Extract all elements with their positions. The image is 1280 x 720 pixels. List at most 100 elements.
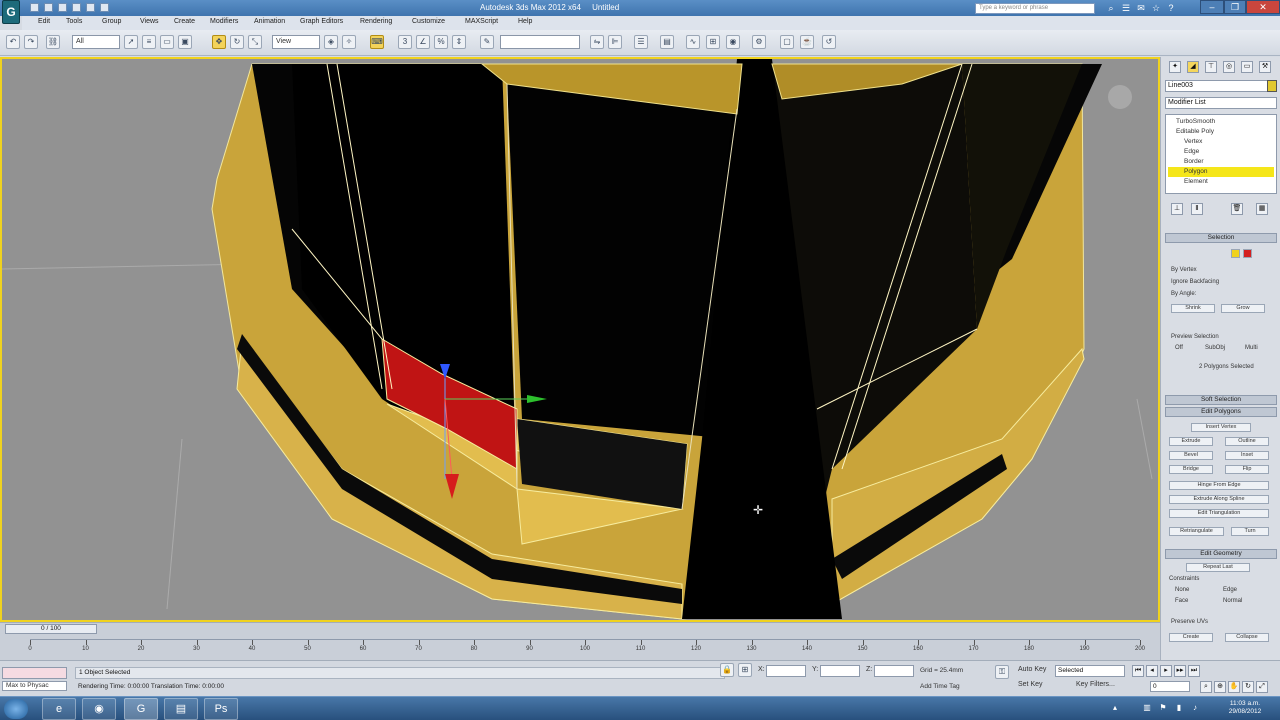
undo-icon[interactable]: ↶: [6, 35, 20, 49]
select-move-icon[interactable]: ✥: [212, 35, 226, 49]
constraint-face-radio[interactable]: Face: [1175, 598, 1188, 604]
render-setup-icon[interactable]: ⚙: [752, 35, 766, 49]
menu-rendering[interactable]: Rendering: [360, 18, 392, 25]
key-filters-button[interactable]: Key Filters...: [1076, 681, 1115, 688]
outline-button[interactable]: Outline: [1225, 437, 1269, 446]
maximize-button[interactable]: ❐: [1224, 0, 1246, 14]
volume-icon[interactable]: ♪: [1190, 703, 1200, 713]
selection-rollout[interactable]: Selection: [1165, 233, 1277, 243]
stack-item-turbosmooth[interactable]: TurboSmooth: [1168, 117, 1274, 127]
x-coordinate-field[interactable]: [766, 665, 806, 677]
angle-snap-icon[interactable]: ∠: [416, 35, 430, 49]
edit-triangulation-button[interactable]: Edit Triangulation: [1169, 509, 1269, 518]
schematic-view-icon[interactable]: ⊞: [706, 35, 720, 49]
3dsmax-icon[interactable]: G: [124, 698, 158, 720]
menu-graph-editors[interactable]: Graph Editors: [300, 18, 343, 25]
by-vertex-checkbox[interactable]: By Vertex: [1171, 267, 1197, 273]
preview-multi-radio[interactable]: Multi: [1245, 345, 1258, 351]
star-icon[interactable]: ☆: [1150, 2, 1162, 14]
curve-editor-icon[interactable]: ∿: [686, 35, 700, 49]
stack-item-vertex[interactable]: Vertex: [1168, 137, 1274, 147]
stack-item-border[interactable]: Border: [1168, 157, 1274, 167]
preview-subobj-radio[interactable]: SubObj: [1205, 345, 1225, 351]
snaps-toggle-icon[interactable]: 3: [398, 35, 412, 49]
current-frame-field[interactable]: 0: [1150, 681, 1190, 692]
modifier-list-dropdown[interactable]: Modifier List: [1165, 97, 1277, 109]
communication-icon[interactable]: ✉: [1135, 2, 1147, 14]
spinner-snap-icon[interactable]: ⇕: [452, 35, 466, 49]
render-iterative-icon[interactable]: ↺: [822, 35, 836, 49]
flip-button[interactable]: Flip: [1225, 465, 1269, 474]
menu-edit[interactable]: Edit: [38, 18, 50, 25]
preserve-uvs-checkbox[interactable]: Preserve UVs: [1171, 619, 1208, 625]
zoom-all-icon[interactable]: ⊕: [1214, 681, 1226, 693]
orbit-icon[interactable]: ↻: [1242, 681, 1254, 693]
turn-button[interactable]: Turn: [1231, 527, 1269, 536]
stack-item-element[interactable]: Element: [1168, 177, 1274, 187]
layer-manager-icon[interactable]: ☰: [634, 35, 648, 49]
collapse-button[interactable]: Collapse: [1225, 633, 1269, 642]
z-coordinate-field[interactable]: [874, 665, 914, 677]
action-center-icon[interactable]: ⚑: [1158, 703, 1168, 713]
key-icon[interactable]: ⚿: [995, 665, 1009, 679]
search-input[interactable]: Type a keyword or phrase: [975, 3, 1095, 14]
y-coordinate-field[interactable]: [820, 665, 860, 677]
key-filter-dropdown[interactable]: Selected: [1055, 665, 1125, 677]
help-icon[interactable]: ☰: [1120, 2, 1132, 14]
menu-customize[interactable]: Customize: [412, 18, 445, 25]
motion-tab-icon[interactable]: ◎: [1223, 61, 1235, 73]
menu-views[interactable]: Views: [140, 18, 159, 25]
play-icon[interactable]: ▸: [1160, 665, 1172, 677]
perspective-viewport[interactable]: ✛: [0, 57, 1160, 622]
display-tab-icon[interactable]: ▭: [1241, 61, 1253, 73]
inset-button[interactable]: Inset: [1225, 451, 1269, 460]
pin-stack-icon[interactable]: ⊥: [1171, 203, 1183, 215]
constraint-edge-radio[interactable]: Edge: [1223, 587, 1237, 593]
material-editor-icon[interactable]: ◉: [726, 35, 740, 49]
ignore-backfacing-checkbox[interactable]: Ignore Backfacing: [1171, 279, 1219, 285]
maxscript-mini-listener[interactable]: Max to Physac: [2, 681, 67, 691]
align-icon[interactable]: ⊫: [608, 35, 622, 49]
link-icon[interactable]: ⛓: [46, 35, 60, 49]
object-color-swatch[interactable]: [1267, 80, 1277, 92]
select-scale-icon[interactable]: ⤡: [248, 35, 262, 49]
goto-end-icon[interactable]: ⏭: [1188, 665, 1200, 677]
select-by-name-icon[interactable]: ≡: [142, 35, 156, 49]
bevel-button[interactable]: Bevel: [1169, 451, 1213, 460]
ie-icon[interactable]: e: [42, 698, 76, 720]
maxscript-listener-input[interactable]: [2, 667, 67, 679]
graphite-toggle-icon[interactable]: ▤: [660, 35, 674, 49]
edit-geometry-rollout[interactable]: Edit Geometry: [1165, 549, 1277, 559]
close-button[interactable]: ✕: [1246, 0, 1280, 14]
named-selection-dropdown[interactable]: [500, 35, 580, 49]
network-icon[interactable]: ▥: [1142, 703, 1152, 713]
polygon-level-icon[interactable]: [1231, 249, 1240, 258]
goto-start-icon[interactable]: ⏮: [1132, 665, 1144, 677]
pivot-center-icon[interactable]: ◈: [324, 35, 338, 49]
minimize-button[interactable]: –: [1200, 0, 1224, 14]
create-tab-icon[interactable]: ✦: [1169, 61, 1181, 73]
redo-icon[interactable]: ↷: [24, 35, 38, 49]
grow-button[interactable]: Grow: [1221, 304, 1265, 313]
previous-frame-icon[interactable]: ◂: [1146, 665, 1158, 677]
project-folder-icon[interactable]: [100, 3, 109, 12]
by-angle-checkbox[interactable]: By Angle:: [1171, 291, 1196, 297]
folder-icon[interactable]: ▤: [164, 698, 198, 720]
menu-group[interactable]: Group: [102, 18, 121, 25]
battery-icon[interactable]: ▮: [1174, 703, 1184, 713]
system-clock[interactable]: 11:03 a.m. 29/08/2012: [1215, 700, 1275, 716]
constraint-normal-radio[interactable]: Normal: [1223, 598, 1242, 604]
app-menu-button[interactable]: G: [2, 0, 20, 24]
hierarchy-tab-icon[interactable]: ⊤: [1205, 61, 1217, 73]
shrink-button[interactable]: Shrink: [1171, 304, 1215, 313]
remove-modifier-icon[interactable]: 🗑: [1231, 203, 1243, 215]
soft-selection-rollout[interactable]: Soft Selection: [1165, 395, 1277, 405]
utilities-tab-icon[interactable]: ⚒: [1259, 61, 1271, 73]
modify-tab-icon[interactable]: ◢: [1187, 61, 1199, 73]
auto-key-button[interactable]: Auto Key: [1018, 666, 1046, 673]
repeat-last-button[interactable]: Repeat Last: [1186, 563, 1250, 572]
bridge-button[interactable]: Bridge: [1169, 465, 1213, 474]
configure-modifier-sets-icon[interactable]: ▦: [1256, 203, 1268, 215]
insert-vertex-button[interactable]: Insert Vertex: [1191, 423, 1251, 432]
set-key-button[interactable]: Set Key: [1018, 681, 1043, 688]
